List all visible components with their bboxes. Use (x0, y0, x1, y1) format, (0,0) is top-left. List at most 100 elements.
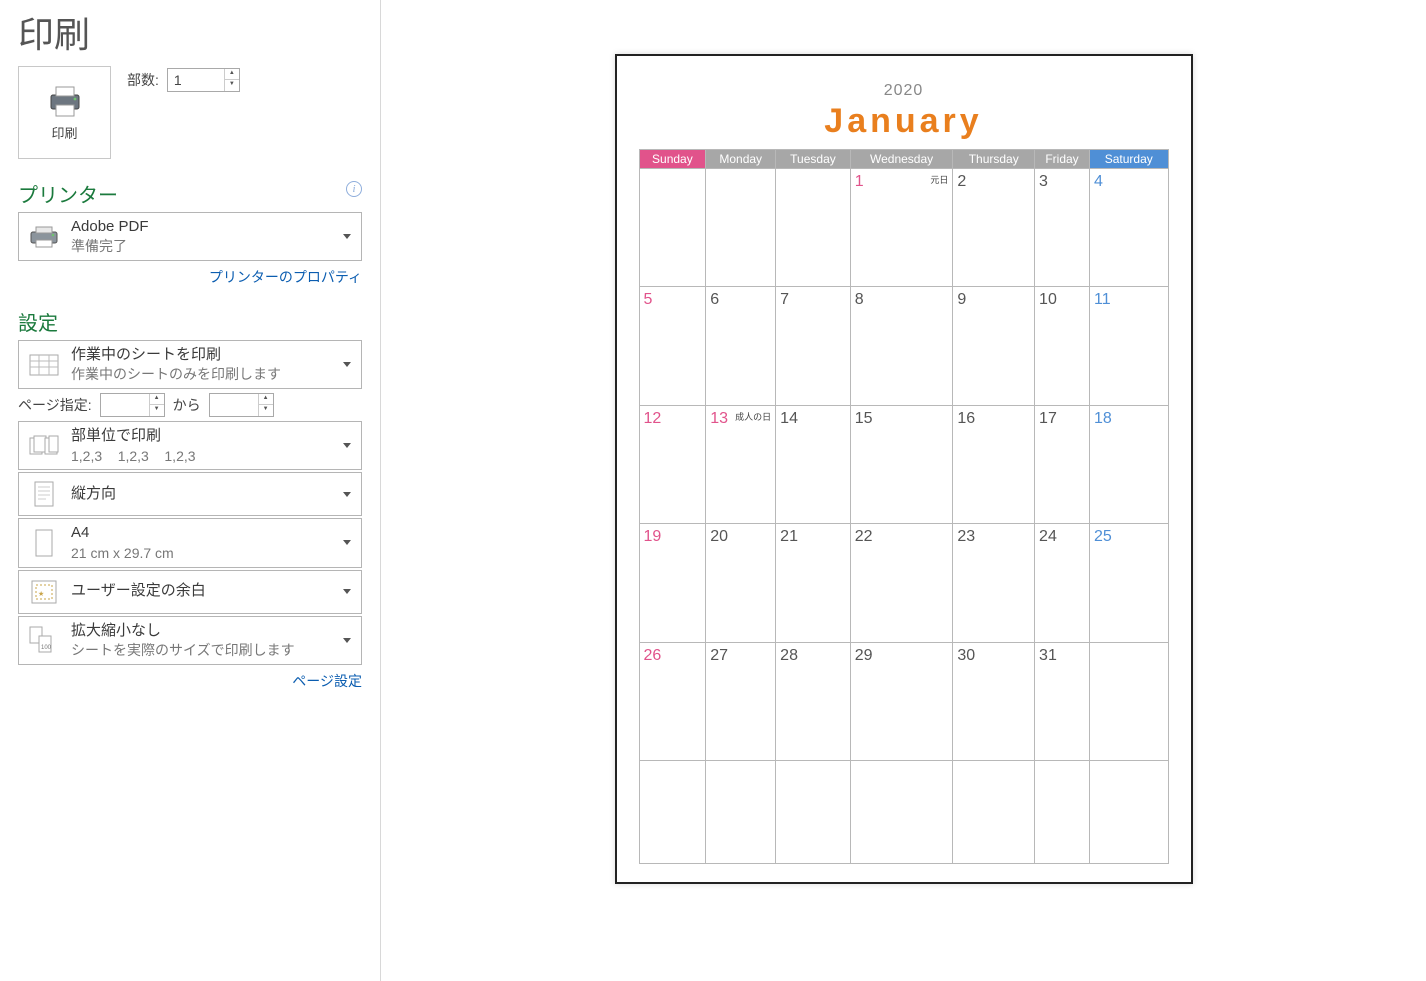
calendar-day-number: 10 (1039, 291, 1057, 308)
calendar-cell: 7 (776, 287, 851, 405)
calendar-day-number: 28 (780, 647, 798, 664)
chevron-up-icon[interactable]: ▲ (259, 394, 273, 405)
printer-select[interactable]: Adobe PDF 準備完了 (18, 212, 362, 261)
page-title: 印刷 (18, 6, 362, 58)
calendar-cell: 24 (1035, 524, 1090, 642)
calendar-cell: 22 (850, 524, 953, 642)
calendar-day-number: 12 (644, 410, 662, 427)
page-to-input[interactable] (210, 394, 258, 416)
calendar-cell (706, 169, 776, 287)
chevron-up-icon[interactable]: ▲ (225, 69, 239, 80)
scaling-sub: シートを実際のサイズで印刷します (71, 641, 333, 660)
margins-select[interactable]: ★ ユーザー設定の余白 (18, 570, 362, 614)
calendar-cell (706, 761, 776, 864)
calendar-day-number: 20 (710, 528, 728, 545)
calendar-day-number: 22 (855, 528, 873, 545)
calendar-cell: 12 (639, 405, 706, 523)
calendar-cell: 8 (850, 287, 953, 405)
calendar-day-note: 元日 (930, 173, 948, 186)
calendar-cell: 5 (639, 287, 706, 405)
calendar-weekday-header: Wednesday (850, 150, 953, 169)
scaling-icon: 100 (27, 626, 61, 654)
calendar-day-number: 3 (1039, 173, 1048, 190)
orientation-main: 縦方向 (71, 484, 333, 504)
print-what-main: 作業中のシートを印刷 (71, 345, 333, 365)
scaling-main: 拡大縮小なし (71, 621, 333, 641)
page-setup-link[interactable]: ページ設定 (18, 671, 362, 691)
chevron-up-icon[interactable]: ▲ (150, 394, 164, 405)
calendar-day-number: 27 (710, 647, 728, 664)
calendar-cell: 1 元日 (850, 169, 953, 287)
calendar-cell: 19 (639, 524, 706, 642)
collate-select[interactable]: 部単位で印刷 1,2,3 1,2,3 1,2,3 (18, 421, 362, 470)
print-button-label: 印刷 (51, 123, 77, 142)
caret-down-icon (343, 362, 351, 367)
page-range-label: ページ指定: (18, 395, 92, 415)
calendar-day-number: 23 (957, 528, 975, 545)
page-to-stepper[interactable]: ▲ ▼ (209, 393, 274, 417)
calendar-day-number: 16 (957, 410, 975, 427)
page-from-input[interactable] (101, 394, 149, 416)
calendar-day-number: 13 (710, 410, 728, 427)
print-preview-area: 2020 January SundayMondayTuesdayWednesda… (380, 0, 1426, 981)
calendar-day-number: 8 (855, 291, 864, 308)
calendar-table: SundayMondayTuesdayWednesdayThursdayFrid… (639, 149, 1169, 864)
paper-size-select[interactable]: A4 21 cm x 29.7 cm (18, 518, 362, 567)
calendar-day-number: 2 (957, 173, 966, 190)
printer-properties-link[interactable]: プリンターのプロパティ (18, 267, 362, 287)
page-from-stepper[interactable]: ▲ ▼ (100, 393, 165, 417)
calendar-cell: 30 (953, 642, 1035, 760)
scaling-select[interactable]: 100 拡大縮小なし シートを実際のサイズで印刷します (18, 616, 362, 665)
copies-stepper[interactable]: ▲ ▼ (167, 68, 240, 92)
calendar-day-number: 1 (855, 173, 864, 190)
calendar-cell (776, 761, 851, 864)
calendar-cell: 27 (706, 642, 776, 760)
chevron-down-icon[interactable]: ▼ (225, 80, 239, 91)
print-what-select[interactable]: 作業中のシートを印刷 作業中のシートのみを印刷します (18, 340, 362, 389)
calendar-cell: 31 (1035, 642, 1090, 760)
calendar-cell: 26 (639, 642, 706, 760)
calendar-day-number: 26 (644, 647, 662, 664)
calendar-cell: 17 (1035, 405, 1090, 523)
calendar-cell: 9 (953, 287, 1035, 405)
calendar-day-number: 11 (1094, 291, 1111, 308)
chevron-down-icon[interactable]: ▼ (259, 405, 273, 416)
calendar-day-number: 19 (644, 528, 662, 545)
print-button[interactable]: 印刷 (18, 66, 111, 159)
printer-icon (45, 83, 85, 119)
calendar-cell: 6 (706, 287, 776, 405)
info-icon[interactable]: i (346, 181, 362, 197)
page-range-to-label: から (173, 395, 201, 415)
calendar-day-number: 6 (710, 291, 719, 308)
calendar-cell: 18 (1090, 405, 1169, 523)
calendar-year: 2020 (639, 82, 1169, 100)
calendar-day-note: 成人の日 (735, 410, 771, 423)
copies-input[interactable] (168, 69, 224, 91)
calendar-cell: 10 (1035, 287, 1090, 405)
calendar-weekday-header: Tuesday (776, 150, 851, 169)
calendar-cell: 16 (953, 405, 1035, 523)
copies-label: 部数: (127, 70, 159, 90)
calendar-cell: 23 (953, 524, 1035, 642)
caret-down-icon (343, 540, 351, 545)
calendar-cell (1035, 761, 1090, 864)
collate-main: 部単位で印刷 (71, 426, 333, 446)
margins-main: ユーザー設定の余白 (71, 581, 333, 601)
calendar-cell (850, 761, 953, 864)
calendar-cell: 21 (776, 524, 851, 642)
calendar-cell (1090, 642, 1169, 760)
caret-down-icon (343, 638, 351, 643)
calendar-weekday-header: Thursday (953, 150, 1035, 169)
caret-down-icon (343, 492, 351, 497)
calendar-day-number: 29 (855, 647, 873, 664)
orientation-select[interactable]: 縦方向 (18, 472, 362, 516)
sheets-icon (27, 354, 61, 376)
settings-section-title: 設定 (18, 307, 362, 336)
calendar-cell (1090, 761, 1169, 864)
calendar-weekday-header: Monday (706, 150, 776, 169)
calendar-day-number: 14 (780, 410, 798, 427)
calendar-cell (953, 761, 1035, 864)
portrait-icon (27, 481, 61, 507)
chevron-down-icon[interactable]: ▼ (150, 405, 164, 416)
calendar-day-number: 15 (855, 410, 873, 427)
